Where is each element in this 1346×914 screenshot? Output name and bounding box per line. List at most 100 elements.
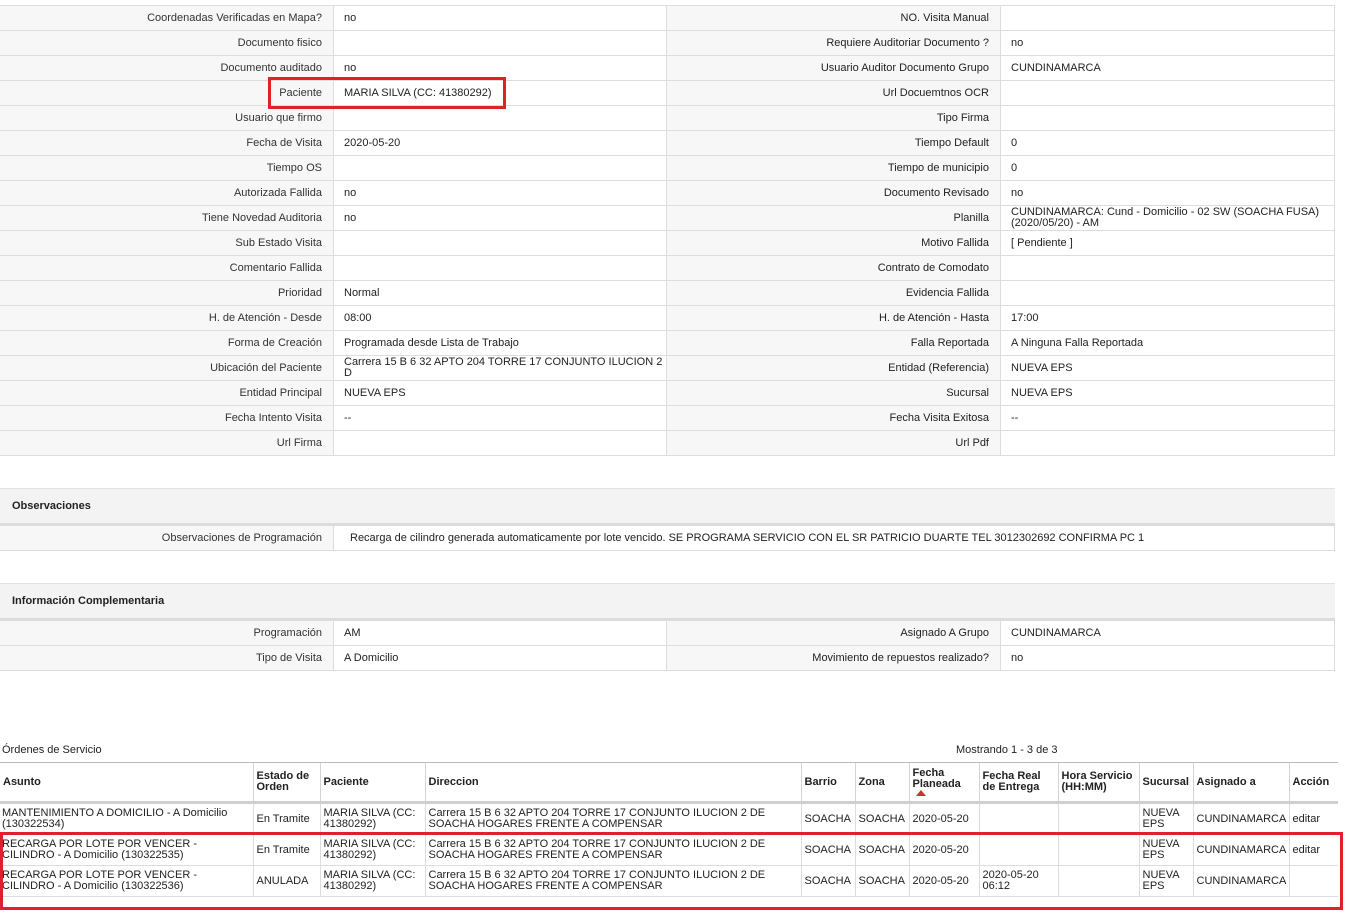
column-header-direccion[interactable]: Direccion (424, 762, 801, 804)
documento-fisico-label: Documento fisico (0, 31, 334, 55)
fecha-visita-exitosa-label: Fecha Visita Exitosa (667, 406, 1001, 430)
tiempo-de-municipio-value: 0 (1001, 156, 1335, 180)
tiempo-os-label: Tiempo OS (0, 156, 334, 180)
asignado-a-grupo-label: Asignado A Grupo (667, 621, 1001, 645)
detail-row: Forma de Creación Programada desde Lista … (0, 331, 1335, 356)
documento-fisico-value (334, 31, 667, 55)
cell-accion: editar (1288, 802, 1338, 835)
fecha-de-visita-label: Fecha de Visita (0, 131, 334, 155)
column-header-paciente[interactable]: Paciente (319, 762, 425, 804)
usuario-auditor-documento-grupo-value: CUNDINAMARCA (1001, 56, 1335, 80)
detail-row: Entidad Principal NUEVA EPS Sucursal NUEVA … (0, 381, 1335, 406)
paciente-highlight-box (268, 77, 506, 109)
column-header-asunto[interactable]: Asunto (0, 762, 253, 804)
url-pdf-label: Url Pdf (667, 431, 1001, 455)
tipo-firma-value (1001, 106, 1335, 130)
prioridad-label: Prioridad (0, 281, 334, 305)
editar-link[interactable]: editar (1293, 813, 1321, 825)
column-header-label: Acción (1292, 775, 1330, 788)
programacion-value: AM (334, 621, 667, 645)
entidad-referencia-value: NUEVA EPS (1001, 356, 1335, 380)
cell-zona: SOACHA (854, 802, 909, 835)
evidencia-fallida-label: Evidencia Fallida (667, 281, 1001, 305)
column-header-label: Fecha Real de Entrega (982, 770, 1041, 793)
motivo-fallida-value: [ Pendiente ] (1001, 231, 1335, 255)
tiempo-default-label: Tiempo Default (667, 131, 1001, 155)
column-header-barrio[interactable]: Barrio (800, 762, 855, 804)
column-header-label: Barrio (804, 775, 837, 788)
detail-row: Url Firma Url Pdf (0, 431, 1335, 456)
tipo-de-visita-label: Tipo de Visita (0, 646, 334, 670)
movimiento-de-repuestos-realizado-label: Movimiento de repuestos realizado? (667, 646, 1001, 670)
column-header-hora-servicio-hh-mm[interactable]: Hora Servicio (HH:MM) (1057, 762, 1139, 804)
sub-estado-visita-value (334, 231, 667, 255)
tiene-novedad-auditoria-label: Tiene Novedad Auditoria (0, 206, 334, 230)
coordenadas-verificadas-en-mapa-label: Coordenadas Verificadas en Mapa? (0, 6, 334, 30)
tipo-firma-label: Tipo Firma (667, 106, 1001, 130)
column-header-fecha-real-de-entrega[interactable]: Fecha Real de Entrega (978, 762, 1058, 804)
tiene-novedad-auditoria-value: no (334, 206, 667, 230)
tiempo-de-municipio-label: Tiempo de municipio (667, 156, 1001, 180)
contrato-de-comodato-value (1001, 256, 1335, 280)
sort-ascending-icon (915, 790, 926, 796)
cell-asunto: MANTENIMIENTO A DOMICILIO - A Domicilio … (0, 802, 253, 835)
column-header-zona[interactable]: Zona (854, 762, 909, 804)
planilla-value: CUNDINAMARCA: Cund - Domicilio - 02 SW (… (1001, 206, 1335, 230)
forma-de-creacion-value: Programada desde Lista de Trabajo (334, 331, 667, 355)
detail-row: Comentario Fallida Contrato de Comodato (0, 256, 1335, 281)
url-firma-label: Url Firma (0, 431, 334, 455)
tipo-de-visita-value: A Domicilio (334, 646, 667, 670)
table-row: MANTENIMIENTO A DOMICILIO - A Domicilio … (0, 802, 1338, 835)
requiere-auditoriar-documento-label: Requiere Auditoriar Documento ? (667, 31, 1001, 55)
fecha-visita-exitosa-value: -- (1001, 406, 1335, 430)
observaciones-label: Observaciones de Programación (0, 526, 334, 550)
fecha-intento-visita-label: Fecha Intento Visita (0, 406, 334, 430)
detail-row: Sub Estado Visita Motivo Fallida[ Pendien… (0, 231, 1335, 256)
tiempo-os-value (334, 156, 667, 180)
sucursal-label: Sucursal (667, 381, 1001, 405)
column-header-asignado-a[interactable]: Asignado a (1192, 762, 1289, 804)
column-header-label: Direccion (428, 775, 479, 788)
url-docuemtnos-ocr-label: Url Docuemtnos OCR (667, 81, 1001, 105)
cell-barrio: SOACHA (800, 802, 855, 835)
column-header-fecha-planeada[interactable]: Fecha Planeada (908, 762, 979, 804)
observaciones-grid: Observaciones de Programación Recarga de… (0, 526, 1335, 551)
h-de-atencion-desde-value: 08:00 (334, 306, 667, 330)
column-header-label: Asunto (3, 775, 41, 788)
requiere-auditoriar-documento-value: no (1001, 31, 1335, 55)
detail-row: Paciente MARIA SILVA (CC: 41380292) Url Do… (0, 81, 1335, 106)
column-header-label: Asignado a (1196, 775, 1256, 788)
contrato-de-comodato-label: Contrato de Comodato (667, 256, 1001, 280)
detail-row: Fecha Intento Visita -- Fecha Visita Exito… (0, 406, 1335, 431)
complementaria-grid: Programación AM Asignado A Grupo CUNDINAMAR… (0, 621, 1335, 671)
column-header-label: Hora Servicio (HH:MM) (1061, 770, 1133, 793)
documento-revisado-label: Documento Revisado (667, 181, 1001, 205)
observaciones-title: Observaciones (12, 500, 91, 512)
motivo-fallida-label: Motivo Fallida (667, 231, 1001, 255)
url-docuemtnos-ocr-value (1001, 81, 1335, 105)
comentario-fallida-value (334, 256, 667, 280)
autorizada-fallida-value: no (334, 181, 667, 205)
column-header-estado-de-orden[interactable]: Estado de Orden (252, 762, 320, 804)
entidad-referencia-label: Entidad (Referencia) (667, 356, 1001, 380)
url-pdf-value (1001, 431, 1335, 455)
observaciones-header: Observaciones (0, 488, 1335, 526)
programacion-label: Programación (0, 621, 334, 645)
cell-asignado: CUNDINAMARCA (1192, 802, 1289, 835)
column-header-sucursal[interactable]: Sucursal (1138, 762, 1193, 804)
detail-row: Coordenadas Verificadas en Mapa? no NO. Vi… (0, 6, 1335, 31)
detail-row: Ubicación del Paciente Carrera 15 B 6 32 … (0, 356, 1335, 381)
coordenadas-verificadas-en-mapa-value: no (334, 6, 667, 30)
ordenes-highlight-box (0, 832, 1343, 910)
ubicacion-del-paciente-value: Carrera 15 B 6 32 APTO 204 TORRE 17 CONJ… (334, 356, 667, 380)
comentario-fallida-label: Comentario Fallida (0, 256, 334, 280)
movimiento-de-repuestos-realizado-value: no (1001, 646, 1335, 670)
cell-hora-servicio (1057, 802, 1139, 835)
column-header-accion[interactable]: Acción (1288, 762, 1338, 804)
detail-row: Prioridad Normal Evidencia Fallida (0, 281, 1335, 306)
prioridad-value: Normal (334, 281, 667, 305)
detail-row: Tipo de Visita A Domicilio Movimiento de r… (0, 646, 1335, 671)
detail-row: Autorizada Fallida no Documento Revisado no (0, 181, 1335, 206)
detail-row: Fecha de Visita 2020-05-20 Tiempo Default 0 (0, 131, 1335, 156)
evidencia-fallida-value (1001, 281, 1335, 305)
